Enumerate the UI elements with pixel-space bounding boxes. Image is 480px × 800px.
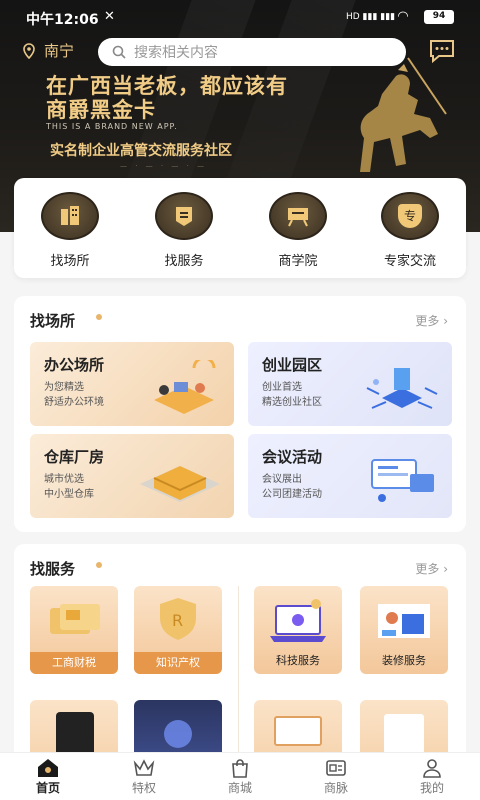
chevron-right-icon: › xyxy=(443,562,448,576)
bottom-tab-bar: 首页 特权 商城 商脉 我的 xyxy=(0,752,480,800)
profile-icon xyxy=(402,757,462,779)
window-illustration xyxy=(274,716,322,746)
svg-text:R: R xyxy=(172,611,183,630)
contacts-card-icon xyxy=(306,757,366,779)
section-title: 找场所 xyxy=(30,312,76,330)
quick-entry-school[interactable]: 商学院 xyxy=(258,192,338,269)
shop-bag-icon xyxy=(210,757,270,779)
park-illustration xyxy=(366,368,438,409)
location-selector[interactable]: 南宁 xyxy=(22,40,74,61)
tile-subtitle: 城市优选 xyxy=(44,474,84,485)
banner-english: THIS IS A BRAND NEW APP. xyxy=(46,122,178,131)
title-dot xyxy=(96,314,102,320)
tile-title: 办公场所 xyxy=(44,356,105,374)
document-illustration xyxy=(384,714,424,754)
school-icon xyxy=(269,192,327,240)
service-item-ip[interactable]: R 知识产权 xyxy=(134,586,222,674)
tax-card-icon xyxy=(50,604,100,634)
tile-subtitle: 中小型仓库 xyxy=(44,489,94,500)
service-item-more-1[interactable] xyxy=(30,700,118,760)
venue-tile-event[interactable]: 会议活动 会议展出 公司团建活动 xyxy=(248,434,452,518)
quick-entry-label: 找场所 xyxy=(50,254,90,269)
more-link[interactable]: 更多 › xyxy=(415,312,448,329)
tab-network[interactable]: 商脉 xyxy=(306,757,366,796)
tab-privilege[interactable]: 特权 xyxy=(114,757,174,796)
venue-tile-office[interactable]: 办公场所 为您精选 舒适办公环境 xyxy=(30,342,234,426)
tile-subtitle: 公司团建活动 xyxy=(262,489,322,500)
tab-profile[interactable]: 我的 xyxy=(402,757,462,796)
location-pin-icon xyxy=(23,42,35,59)
wifi-icon: ◠ xyxy=(398,9,408,24)
service-item-tax[interactable]: 工商财税 xyxy=(30,586,118,674)
service-item-more-3[interactable] xyxy=(254,700,342,760)
service-icon xyxy=(155,192,213,240)
tile-subtitle: 创业首选 xyxy=(262,382,302,393)
search-icon xyxy=(112,45,126,59)
chevron-right-icon: › xyxy=(443,314,448,328)
building-icon xyxy=(41,192,99,240)
venue-tile-warehouse[interactable]: 仓库厂房 城市优选 中小型仓库 xyxy=(30,434,234,518)
home-icon xyxy=(18,757,78,779)
tile-title: 创业园区 xyxy=(262,356,323,374)
venue-section: 找场所 更多 › 办公场所 为您精选 舒适办公环境 创业园区 创业首选 精选创业… xyxy=(14,296,466,532)
tile-subtitle: 舒适办公环境 xyxy=(44,397,104,408)
service-label: 知识产权 xyxy=(134,652,222,674)
service-label: 科技服务 xyxy=(276,654,320,667)
service-item-more-2[interactable] xyxy=(134,700,222,760)
ip-shield-icon: R xyxy=(160,598,196,640)
quick-entry-venue[interactable]: 找场所 xyxy=(30,192,110,269)
tab-label: 我的 xyxy=(419,781,444,795)
crown-icon xyxy=(114,757,174,779)
service-item-more-4[interactable] xyxy=(360,700,448,760)
tech-laptop-icon xyxy=(270,599,326,642)
banner-dots: — · — · — · — xyxy=(120,162,208,170)
section-title: 找服务 xyxy=(30,560,76,578)
status-bar: 中午12:06 ✕ HD ▮▮▮ ▮▮▮ ◠ 94 xyxy=(0,0,480,34)
quick-entry-service[interactable]: 找服务 xyxy=(144,192,224,269)
tile-subtitle: 为您精选 xyxy=(44,382,84,393)
banner-headline-2: 商爵黑金卡 xyxy=(46,98,156,122)
expert-icon: 专 xyxy=(381,192,439,240)
more-link[interactable]: 更多 › xyxy=(415,560,448,577)
decoration-icon xyxy=(378,604,430,638)
expert-glyph: 专 xyxy=(398,204,422,228)
tab-label: 首页 xyxy=(35,781,60,795)
venue-tile-park[interactable]: 创业园区 创业首选 精选创业社区 xyxy=(248,342,452,426)
more-label: 更多 xyxy=(415,314,440,328)
quick-entry-label: 商学院 xyxy=(278,254,318,269)
tile-subtitle: 会议展出 xyxy=(262,474,302,485)
tile-title: 仓库厂房 xyxy=(44,448,105,466)
location-label: 南宁 xyxy=(44,42,75,60)
more-label: 更多 xyxy=(415,562,440,576)
signal-icon: HD ▮▮▮ ▮▮▮ xyxy=(346,12,396,22)
tab-label: 商城 xyxy=(227,781,252,795)
service-item-decor[interactable]: 装修服务 xyxy=(360,586,448,674)
battery-icon: 94 xyxy=(424,10,454,24)
status-time: 中午12:06 xyxy=(26,12,99,28)
service-label: 工商财税 xyxy=(30,652,118,674)
tab-home[interactable]: 首页 xyxy=(18,757,78,796)
service-item-tech[interactable]: 科技服务 xyxy=(254,586,342,674)
tile-subtitle: 精选创业社区 xyxy=(262,397,322,408)
search-placeholder: 搜索相关内容 xyxy=(134,45,218,61)
quick-entry-panel: 找场所 找服务 商学院 专 专家交流 xyxy=(14,178,466,278)
tech-globe-illustration xyxy=(164,720,192,748)
title-dot xyxy=(96,562,102,568)
quick-entry-label: 找服务 xyxy=(164,254,204,269)
tile-title: 会议活动 xyxy=(262,448,323,466)
service-section: 找服务 更多 › 工商财税 R 知识产权 科技服务 装修服务 xyxy=(14,544,466,764)
divider xyxy=(238,586,239,756)
tab-label: 商脉 xyxy=(323,781,348,795)
meeting-illustration xyxy=(371,459,434,502)
warehouse-illustration xyxy=(140,466,220,502)
service-label: 装修服务 xyxy=(382,654,426,667)
tab-shop[interactable]: 商城 xyxy=(210,757,270,796)
quick-entry-expert[interactable]: 专 专家交流 xyxy=(370,192,450,269)
tab-label: 特权 xyxy=(131,781,156,795)
banner-subline: 实名制企业高管交流服务社区 xyxy=(50,143,232,159)
mute-icon: ✕ xyxy=(104,9,115,24)
office-illustration xyxy=(154,360,216,414)
quick-entry-label: 专家交流 xyxy=(383,254,436,269)
